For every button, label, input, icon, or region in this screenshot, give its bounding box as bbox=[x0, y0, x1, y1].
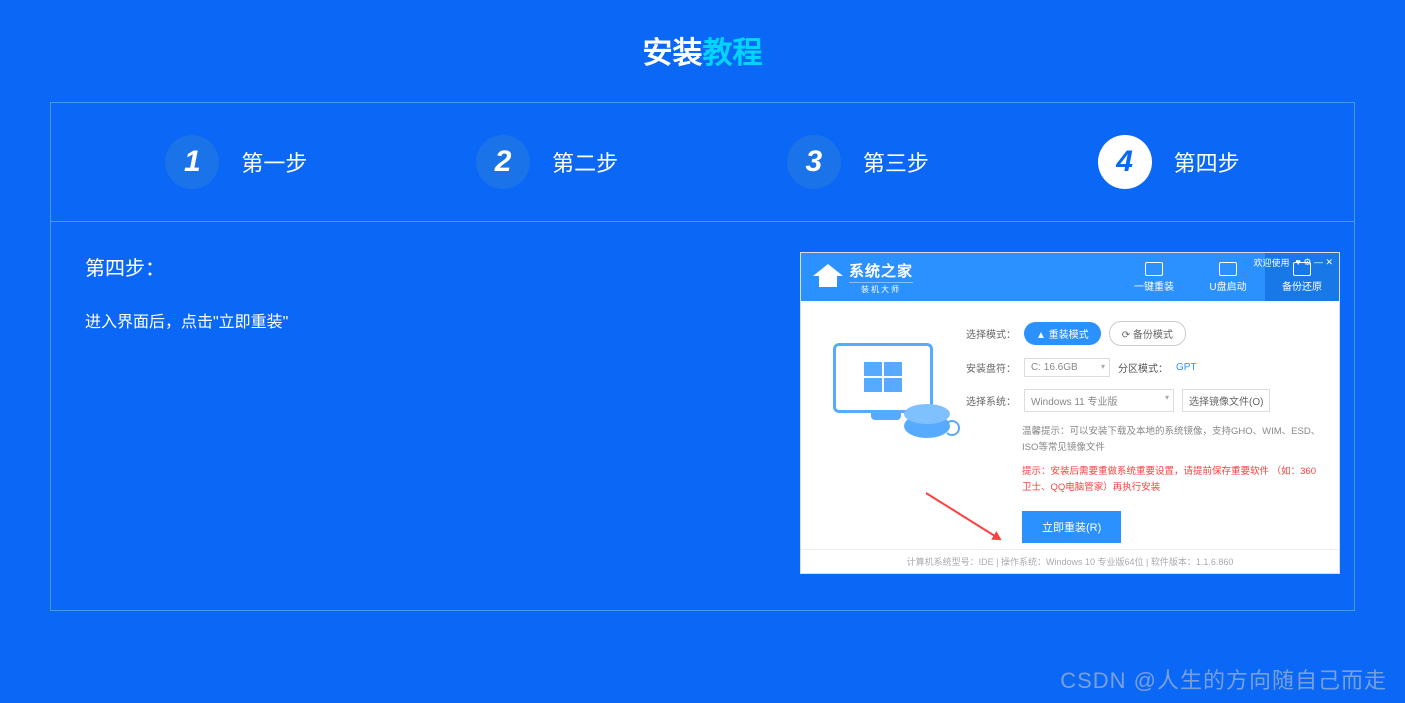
step-3-label: 第三步 bbox=[863, 146, 929, 178]
warning-note: 提示：安装后需要重做系统重要设置，请提前保存重要软件 （如：360卫士、QQ电脑… bbox=[964, 464, 1325, 496]
install-mode-button[interactable]: ▲ 重装模式 bbox=[1024, 322, 1101, 345]
step-2-label: 第二步 bbox=[552, 146, 618, 178]
system-row: 选择系统： Windows 11 专业版 选择镜像文件(O) bbox=[964, 389, 1325, 412]
app-logo: 系统之家 装机大师 bbox=[801, 253, 925, 301]
step-description: 进入界面后，点击"立即重装" bbox=[85, 309, 605, 338]
system-select[interactable]: Windows 11 专业版 bbox=[1024, 389, 1174, 412]
form-panel: 选择模式： ▲ 重装模式 ⟳ 备份模式 安装盘符： C: 16.6GB 分区模式… bbox=[964, 321, 1325, 543]
app-window: 系统之家 装机大师 一键重装 U盘启动 bbox=[800, 252, 1340, 574]
app-logo-subtitle: 装机大师 bbox=[849, 282, 913, 295]
tutorial-container: 1 第一步 2 第二步 3 第三步 4 第四步 第四步： 进入界面后，点击"立即… bbox=[50, 102, 1355, 611]
illustration bbox=[815, 321, 950, 543]
step-2-number: 2 bbox=[476, 135, 530, 189]
browse-button[interactable]: 选择镜像文件(O) bbox=[1182, 389, 1270, 412]
step-heading: 第四步： bbox=[85, 252, 605, 281]
tab-reinstall-label: 一键重装 bbox=[1134, 278, 1174, 293]
content-text: 第四步： 进入界面后，点击"立即重装" bbox=[85, 252, 605, 574]
step-1-label: 第一步 bbox=[241, 146, 307, 178]
tab-backup-label: 备份还原 bbox=[1282, 278, 1322, 293]
watermark: CSDN @人生的方向随自己而走 bbox=[1060, 663, 1387, 695]
monitor-illustration bbox=[833, 343, 933, 413]
window-controls: 欢迎使用 ♥ ⚙ — ✕ bbox=[1254, 256, 1333, 269]
app-header: 系统之家 装机大师 一键重装 U盘启动 bbox=[801, 253, 1339, 301]
disk-icon bbox=[904, 414, 950, 438]
usb-icon bbox=[1219, 262, 1237, 276]
house-icon bbox=[813, 262, 843, 292]
step-4-label: 第四步 bbox=[1174, 146, 1240, 178]
app-body: 选择模式： ▲ 重装模式 ⟳ 备份模式 安装盘符： C: 16.6GB 分区模式… bbox=[801, 301, 1339, 549]
step-3-number: 3 bbox=[787, 135, 841, 189]
step-2[interactable]: 2 第二步 bbox=[476, 135, 618, 189]
step-4-number: 4 bbox=[1098, 135, 1152, 189]
title-part2: 教程 bbox=[703, 37, 763, 70]
app-logo-text: 系统之家 bbox=[849, 263, 913, 280]
app-footer: 计算机系统型号：IDE | 操作系统：Windows 10 专业版64位 | 软… bbox=[801, 549, 1339, 573]
mode-row: 选择模式： ▲ 重装模式 ⟳ 备份模式 bbox=[964, 321, 1325, 346]
step-3[interactable]: 3 第三步 bbox=[787, 135, 929, 189]
monitor-icon bbox=[1145, 262, 1163, 276]
disk-select[interactable]: C: 16.6GB bbox=[1024, 358, 1110, 377]
partition-value: GPT bbox=[1176, 362, 1197, 373]
step-4[interactable]: 4 第四步 bbox=[1098, 135, 1240, 189]
help-link[interactable]: 欢迎使用 bbox=[1254, 256, 1290, 269]
info-note: 温馨提示：可以安装下载及本地的系统镜像，支持GHO、WIM、ESD、ISO等常见… bbox=[964, 424, 1325, 456]
window-control-icons[interactable]: ♥ ⚙ — ✕ bbox=[1296, 257, 1333, 268]
refresh-arrow-icon bbox=[944, 420, 960, 436]
backup-mode-button[interactable]: ⟳ 备份模式 bbox=[1109, 321, 1186, 346]
title-part1: 安装 bbox=[643, 37, 703, 70]
screenshot-area: 系统之家 装机大师 一键重装 U盘启动 bbox=[630, 252, 1340, 574]
system-label: 选择系统： bbox=[964, 393, 1016, 408]
tab-reinstall[interactable]: 一键重装 bbox=[1117, 253, 1191, 301]
mode-label: 选择模式： bbox=[964, 326, 1016, 341]
windows-flag-icon bbox=[864, 362, 902, 392]
step-1-number: 1 bbox=[165, 135, 219, 189]
disk-label: 安装盘符： bbox=[964, 360, 1016, 375]
tab-usb-label: U盘启动 bbox=[1209, 278, 1246, 293]
page-title: 安装教程 bbox=[0, 0, 1405, 102]
partition-label: 分区模式： bbox=[1118, 360, 1168, 375]
content-panel: 第四步： 进入界面后，点击"立即重装" 系统之家 装机大师 bbox=[51, 222, 1354, 610]
steps-nav: 1 第一步 2 第二步 3 第三步 4 第四步 bbox=[51, 103, 1354, 222]
warning-text: 提示：安装后需要重做系统重要设置，请提前保存重要软件 （如：360卫士、QQ电脑… bbox=[1022, 466, 1316, 493]
step-1[interactable]: 1 第一步 bbox=[165, 135, 307, 189]
install-now-button[interactable]: 立即重装(R) bbox=[1022, 511, 1121, 543]
disk-row: 安装盘符： C: 16.6GB 分区模式： GPT bbox=[964, 358, 1325, 377]
